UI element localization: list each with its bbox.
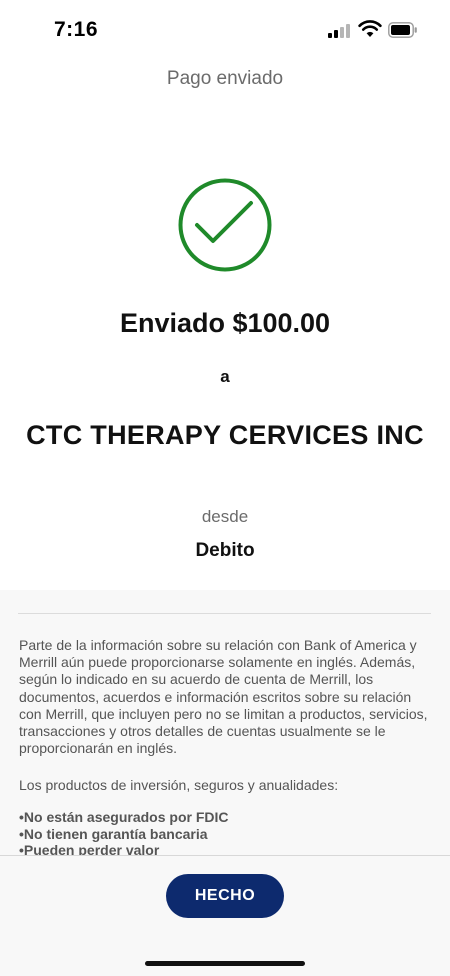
from-label: desde [201, 507, 249, 526]
account-name: Debito [195, 540, 255, 561]
done-button[interactable]: HECHO [166, 874, 284, 918]
bullet-item: Pueden perder valor [19, 842, 431, 855]
to-label: a [220, 367, 230, 386]
signal-icon [328, 24, 352, 38]
disclosure-paragraph: Parte de la información sobre su relació… [19, 637, 428, 757]
status-bar: 7:16 [0, 0, 450, 60]
disclosure-bullet-list: No están asegurados por FDIC No tienen g… [19, 809, 431, 855]
home-indicator[interactable] [145, 961, 305, 966]
divider [18, 613, 431, 614]
wifi-icon [358, 20, 382, 37]
products-heading: Los productos de inversión, seguros y an… [19, 777, 339, 793]
recipient-name: CTC THERAPY CERVICES INC [26, 420, 424, 450]
footer-bar: HECHO [0, 855, 450, 976]
page-title: Pago enviado [166, 68, 284, 89]
bullet-item: No están asegurados por FDIC [19, 809, 431, 826]
disclosure-scroll-area[interactable]: Parte de la información sobre su relació… [0, 590, 450, 855]
status-time: 7:16 [54, 18, 99, 41]
sent-amount: Enviado $100.00 [119, 308, 331, 338]
battery-icon [388, 22, 417, 38]
checkmark-circle-icon [178, 178, 272, 272]
bullet-item: No tienen garantía bancaria [19, 826, 431, 843]
